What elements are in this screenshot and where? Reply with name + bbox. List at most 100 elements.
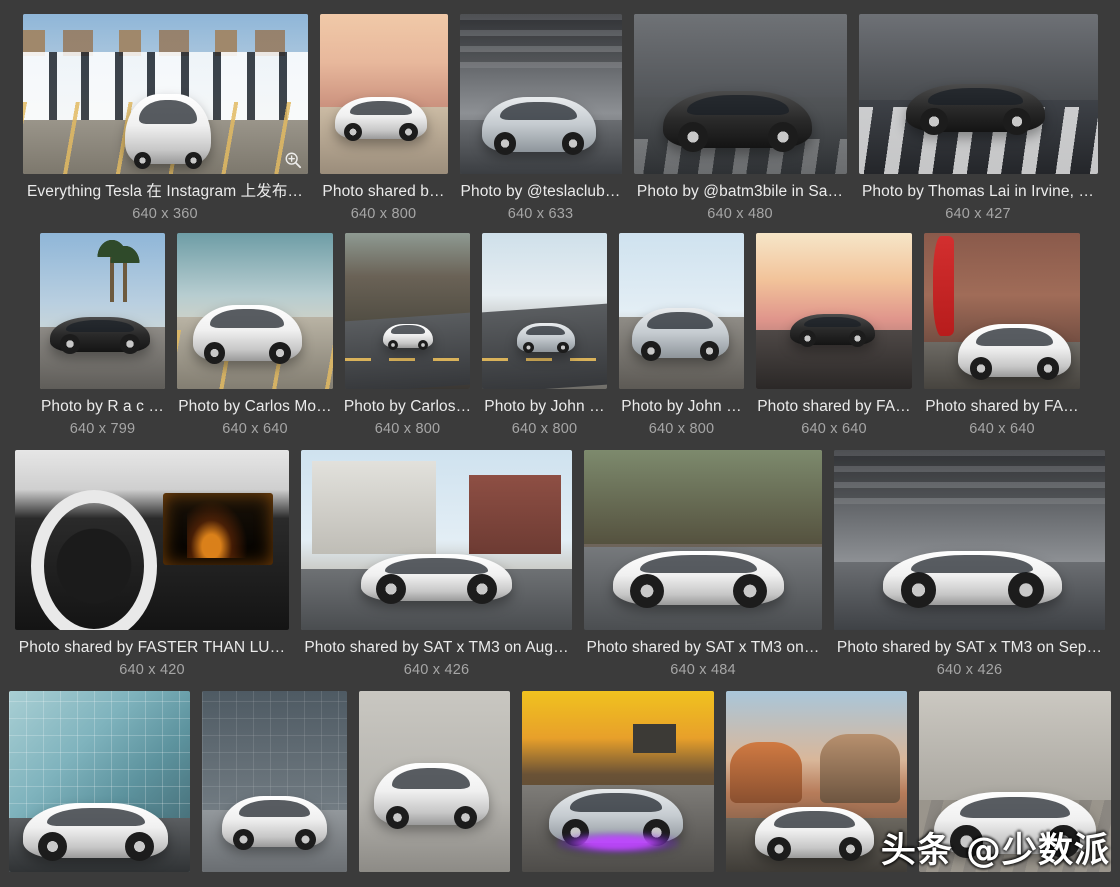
image-caption: Photo shared by FASTER THAN LU… xyxy=(18,639,286,656)
thumbnail[interactable] xyxy=(459,14,622,174)
thumbnail[interactable] xyxy=(177,233,333,389)
image-caption: Photo by @batm3bile in Sa… xyxy=(636,183,844,200)
image-grid-item[interactable] xyxy=(726,691,907,872)
thumbnail-image xyxy=(9,691,190,872)
thumbnail[interactable] xyxy=(345,233,470,389)
image-dimensions: 640 x 426 xyxy=(403,662,470,678)
thumbnail-image xyxy=(726,691,907,872)
image-caption: Photo by @teslaclub… xyxy=(460,183,621,200)
image-grid-row: Everything Tesla 在 Instagram 上发布… 640 x 3… xyxy=(0,14,1120,223)
image-caption: Photo shared by FA… xyxy=(925,398,1079,415)
thumbnail[interactable] xyxy=(359,691,510,872)
thumbnail-image xyxy=(359,691,510,872)
thumbnail[interactable] xyxy=(584,450,822,630)
image-dimensions: 640 x 427 xyxy=(945,206,1011,222)
image-caption: Everything Tesla 在 Instagram 上发布… xyxy=(26,183,304,200)
image-grid-item[interactable]: Photo shared by FASTER THAN LU… 640 x 420 xyxy=(15,450,289,679)
image-grid-row xyxy=(0,691,1120,872)
thumbnail-image xyxy=(858,14,1098,174)
image-dimensions: 640 x 640 xyxy=(222,421,288,437)
thumbnail-image xyxy=(834,450,1105,630)
image-dimensions: 640 x 640 xyxy=(801,421,867,437)
thumbnail[interactable] xyxy=(9,691,190,872)
image-dimensions: 640 x 800 xyxy=(511,421,578,437)
image-grid-item[interactable] xyxy=(522,691,714,872)
image-caption: Photo shared by FA… xyxy=(757,398,911,415)
thumbnail-image xyxy=(177,233,333,389)
thumbnail-image xyxy=(924,233,1080,389)
thumbnail[interactable] xyxy=(834,450,1105,630)
image-grid-item[interactable] xyxy=(9,691,190,872)
image-dimensions: 640 x 800 xyxy=(648,421,715,437)
image-grid-item[interactable]: Photo shared by SAT x TM3 on… 640 x 484 xyxy=(584,450,822,679)
thumbnail-image xyxy=(633,14,847,174)
image-grid-item[interactable]: Photo by Carlos Mo… 640 x 640 xyxy=(177,233,333,438)
thumbnail[interactable] xyxy=(619,233,744,389)
image-caption: Photo by John … xyxy=(484,398,605,415)
thumbnail[interactable] xyxy=(919,691,1111,872)
image-caption: Photo shared by SAT x TM3 on Aug… xyxy=(304,639,569,656)
thumbnail[interactable] xyxy=(924,233,1080,389)
thumbnail[interactable] xyxy=(633,14,847,174)
image-grid-item[interactable]: Photo shared by FA… 640 x 640 xyxy=(756,233,912,438)
thumbnail-image xyxy=(756,233,912,389)
thumbnail[interactable] xyxy=(522,691,714,872)
image-grid: Everything Tesla 在 Instagram 上发布… 640 x 3… xyxy=(0,14,1120,872)
thumbnail-selected[interactable] xyxy=(22,14,308,174)
thumbnail[interactable] xyxy=(202,691,347,872)
thumbnail-image xyxy=(319,14,448,174)
thumbnail[interactable] xyxy=(40,233,165,389)
image-grid-item[interactable] xyxy=(202,691,347,872)
image-dimensions: 640 x 484 xyxy=(670,662,736,678)
image-caption: Photo by Carlos… xyxy=(343,398,472,415)
image-caption: Photo by Thomas Lai in Irvine, … xyxy=(861,183,1095,200)
thumbnail-image xyxy=(22,14,308,174)
image-grid-item[interactable] xyxy=(359,691,510,872)
image-caption: Photo by R a c … xyxy=(40,398,165,415)
thumbnail-image xyxy=(482,233,607,389)
image-dimensions: 640 x 800 xyxy=(350,206,417,222)
thumbnail[interactable] xyxy=(15,450,289,630)
thumbnail-image xyxy=(584,450,822,630)
image-dimensions: 640 x 360 xyxy=(132,206,198,222)
image-caption: Photo shared by SAT x TM3 on… xyxy=(586,639,820,656)
thumbnail[interactable] xyxy=(301,450,572,630)
image-grid-row: Photo by R a c … 640 x 799 Photo by Carlo… xyxy=(0,233,1120,438)
image-grid-item[interactable]: Photo shared b… 640 x 800 xyxy=(319,14,448,223)
image-grid-item[interactable]: Photo by Thomas Lai in Irvine, … 640 x 42… xyxy=(858,14,1098,223)
image-caption: Photo by John … xyxy=(621,398,742,415)
thumbnail[interactable] xyxy=(756,233,912,389)
zoom-in-icon[interactable] xyxy=(284,151,302,169)
thumbnail-image xyxy=(202,691,347,872)
image-grid-item[interactable]: Photo shared by SAT x TM3 on Sep… 640 x 4… xyxy=(834,450,1105,679)
thumbnail[interactable] xyxy=(858,14,1098,174)
image-grid-item[interactable]: Photo by John … 640 x 800 xyxy=(482,233,607,438)
image-grid-item[interactable]: Photo by Carlos… 640 x 800 xyxy=(343,233,472,438)
thumbnail-image xyxy=(459,14,622,174)
image-grid-row: Photo shared by FASTER THAN LU… 640 x 420… xyxy=(0,450,1120,679)
image-grid-item[interactable]: Photo by @teslaclub… 640 x 633 xyxy=(459,14,622,223)
thumbnail-image xyxy=(301,450,572,630)
image-caption: Photo shared by SAT x TM3 on Sep… xyxy=(836,639,1103,656)
image-grid-item[interactable] xyxy=(919,691,1111,872)
image-dimensions: 640 x 480 xyxy=(707,206,773,222)
image-dimensions: 640 x 420 xyxy=(119,662,185,678)
image-caption: Photo by Carlos Mo… xyxy=(178,398,332,415)
thumbnail-image xyxy=(919,691,1111,872)
thumbnail[interactable] xyxy=(319,14,448,174)
image-grid-item[interactable]: Photo by @batm3bile in Sa… 640 x 480 xyxy=(633,14,847,223)
image-grid-item[interactable]: Photo by R a c … 640 x 799 xyxy=(40,233,165,438)
image-dimensions: 640 x 800 xyxy=(374,421,441,437)
thumbnail-image xyxy=(345,233,470,389)
image-grid-item[interactable]: Photo shared by FA… 640 x 640 xyxy=(924,233,1080,438)
image-dimensions: 640 x 426 xyxy=(936,662,1003,678)
image-grid-item[interactable]: Everything Tesla 在 Instagram 上发布… 640 x 3… xyxy=(22,14,308,223)
thumbnail-image xyxy=(40,233,165,389)
image-grid-item[interactable]: Photo shared by SAT x TM3 on Aug… 640 x 4… xyxy=(301,450,572,679)
thumbnail[interactable] xyxy=(726,691,907,872)
image-caption: Photo shared b… xyxy=(322,183,445,200)
thumbnail[interactable] xyxy=(482,233,607,389)
image-grid-item[interactable]: Photo by John … 640 x 800 xyxy=(619,233,744,438)
thumbnail-image xyxy=(15,450,289,630)
image-dimensions: 640 x 633 xyxy=(507,206,574,222)
